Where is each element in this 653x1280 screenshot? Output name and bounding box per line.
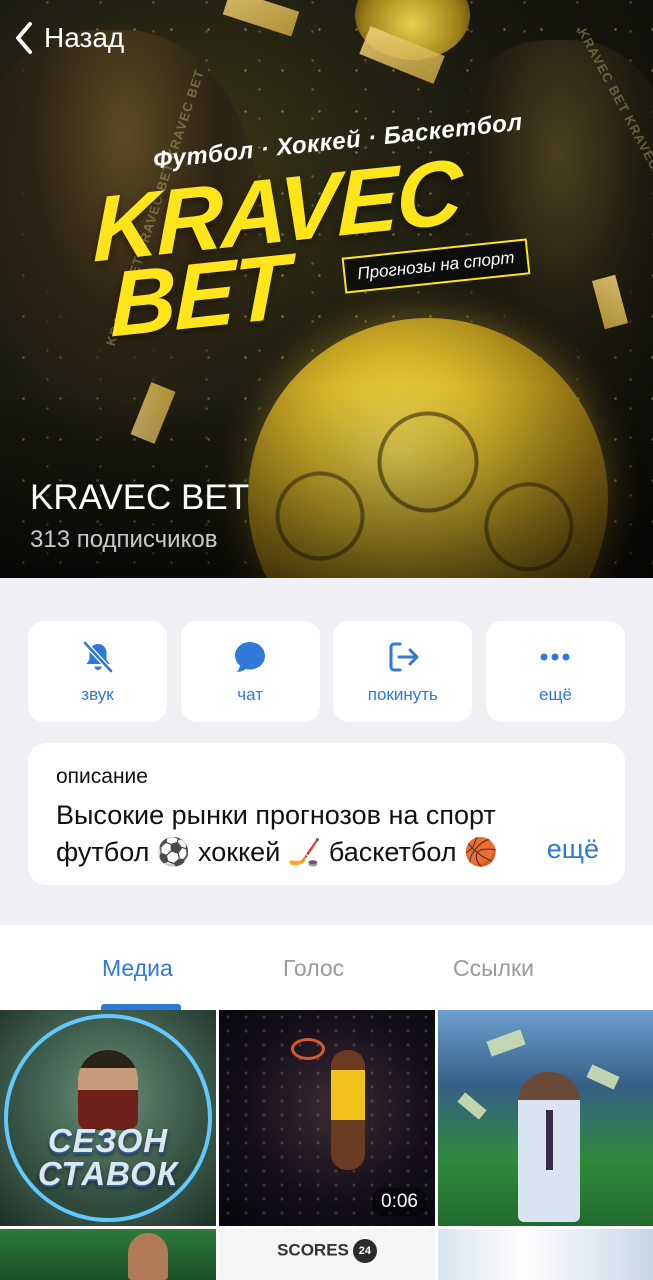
media-thumbnail-player: [331, 1050, 365, 1170]
description-card: описание Высокие рынки прогнозов на спор…: [28, 743, 625, 885]
description-more-link[interactable]: ещё: [516, 834, 599, 865]
more-dots-icon: [540, 653, 570, 660]
scores-brand-badge: 24: [352, 1239, 377, 1263]
chat-bubble-icon: [235, 641, 266, 672]
channel-name: KRAVEC BET: [30, 478, 250, 517]
leave-icon: [389, 642, 419, 671]
channel-cover: KRAVEC BET KRAVEC BET KRAVEC BET KRAVEC …: [0, 0, 653, 578]
description-label: описание: [56, 765, 148, 788]
media-thumbnail-banknote: [486, 1029, 526, 1057]
leave-label: покинуть: [367, 684, 438, 704]
video-duration: 0:06: [372, 1188, 427, 1216]
media-item[interactable]: [438, 1010, 653, 1226]
media-thumbnail-figure: [128, 1233, 168, 1280]
tab-media[interactable]: Медиа: [102, 955, 173, 982]
media-thumbnail-tie: [546, 1110, 553, 1170]
media-tabs: Медиа Голос Ссылки: [0, 925, 653, 1010]
media-item[interactable]: СЕЗОН СТАВОК: [0, 1010, 216, 1226]
mute-label: звук: [81, 684, 114, 704]
back-button[interactable]: Назад: [10, 18, 124, 58]
media-thumbnail-figure: [78, 1050, 138, 1130]
scores-brand-text: SCORES: [277, 1240, 349, 1260]
media-thumbnail-hoop: [291, 1038, 325, 1060]
chat-button[interactable]: чат: [180, 621, 320, 722]
more-label: ещё: [539, 684, 572, 704]
back-label: Назад: [44, 22, 125, 53]
subscriber-count: 313 подписчиков: [30, 526, 218, 553]
cover-logo-line2: BET: [110, 235, 288, 357]
more-button[interactable]: ещё: [485, 621, 625, 722]
action-bar: звук чат покинуть ещё: [28, 621, 625, 722]
media-thumbnail-brand: SCORES 24: [219, 1239, 435, 1263]
media-item[interactable]: [0, 1229, 216, 1280]
chevron-left-icon: [16, 22, 32, 54]
media-item[interactable]: SCORES 24: [219, 1229, 435, 1280]
media-grid: СЕЗОН СТАВОК 0:06 SCORES 24: [0, 1010, 653, 1280]
media-caption-line2: СТАВОК: [37, 1155, 179, 1192]
mute-button[interactable]: звук: [28, 621, 167, 722]
media-thumbnail-banknote: [457, 1092, 487, 1120]
description-line1: Высокие рынки прогнозов на спорт: [56, 800, 496, 830]
media-item[interactable]: [438, 1229, 653, 1280]
media-item-video[interactable]: 0:06: [219, 1010, 435, 1226]
tab-links[interactable]: Ссылки: [453, 955, 534, 982]
media-thumbnail-banknote: [586, 1064, 620, 1090]
tab-voice[interactable]: Голос: [283, 955, 344, 982]
bell-slash-icon: [82, 640, 113, 673]
leave-button[interactable]: покинуть: [333, 621, 473, 722]
chat-label: чат: [237, 684, 264, 704]
